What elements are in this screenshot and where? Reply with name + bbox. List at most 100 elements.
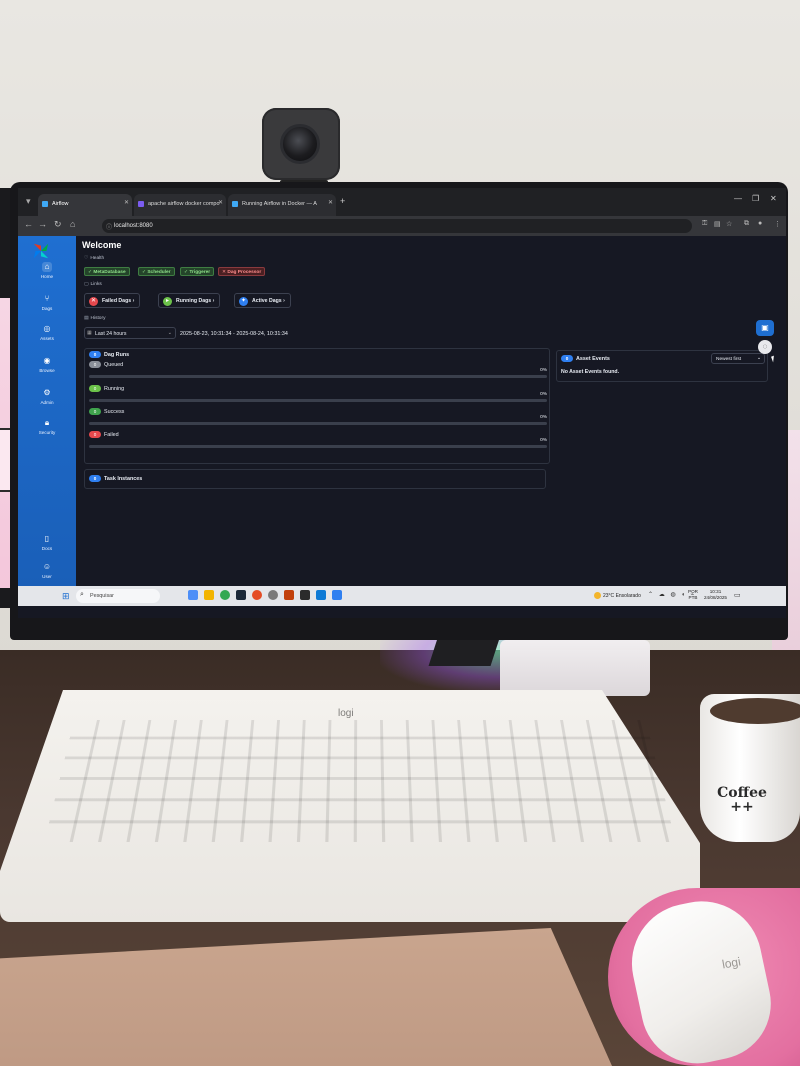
app-icon[interactable] xyxy=(284,590,294,600)
state-count: 0 xyxy=(89,431,101,438)
chrome-icon[interactable] xyxy=(220,590,230,600)
airflow-logo-icon[interactable] xyxy=(32,242,50,260)
sidebar-item-label: Admin xyxy=(40,400,54,405)
sidebar-item-browse[interactable]: ◉ Browse xyxy=(18,356,76,373)
restore-icon[interactable]: ❐ xyxy=(752,194,759,203)
tab-close-icon[interactable]: ✕ xyxy=(124,199,129,206)
sidebar-item-home[interactable]: ⌂ Home xyxy=(18,262,76,279)
history-heading: ▤ History xyxy=(84,316,105,321)
dag-runs-count: 0 xyxy=(89,351,101,358)
asset-sort-select[interactable]: Newest first ⌄ xyxy=(711,353,765,364)
health-badge-scheduler[interactable]: ✓ Scheduler xyxy=(138,267,175,276)
links-heading: ▢ Links xyxy=(84,282,102,287)
sidebar-item-admin[interactable]: ⚙ Admin xyxy=(18,388,76,405)
airflow-favicon-icon xyxy=(42,201,48,207)
time-range-text: 2025-08-23, 10:31:34 - 2025-08-24, 10:31… xyxy=(180,331,288,337)
steam-icon[interactable] xyxy=(236,590,246,600)
history-label: History xyxy=(90,316,106,321)
panel-title: Task Instances xyxy=(104,475,143,482)
extensions-icon[interactable]: ⧉ xyxy=(744,220,749,228)
task-instances-panel[interactable]: 0 Task Instances xyxy=(84,469,546,489)
active-dags-button[interactable]: ✦ Active Dags › xyxy=(234,293,291,308)
monitor-stand-base xyxy=(500,640,650,696)
screen: ▾ Airflow ✕ apache airflow docker compo … xyxy=(18,188,786,618)
state-percent: 0% xyxy=(540,368,547,373)
time-range-select[interactable]: ▦ Last 24 hours ⌄ xyxy=(84,327,176,339)
menu-icon[interactable]: ⋮ xyxy=(774,220,781,228)
site-info-icon[interactable]: ⓘ xyxy=(106,222,112,231)
minimize-icon[interactable]: — xyxy=(734,194,742,203)
sidebar-item-assets[interactable]: ◎ Assets xyxy=(18,324,76,341)
sidebar-item-label: Browse xyxy=(39,368,55,373)
active-icon: ✦ xyxy=(239,297,248,306)
floating-assistant-icon[interactable]: ◌ xyxy=(758,340,772,354)
taskbar-clock[interactable]: 10:31 24/08/2025 xyxy=(704,589,727,601)
select-value: Newest first xyxy=(716,357,742,362)
weather-widget[interactable]: 23°C Ensolarado xyxy=(594,592,641,599)
calendar-icon: ▦ xyxy=(87,330,92,336)
terminal-icon[interactable] xyxy=(300,590,310,600)
windows-start-icon[interactable]: ⊞ xyxy=(62,591,72,601)
file-explorer-icon[interactable] xyxy=(204,590,214,600)
vscode-icon[interactable] xyxy=(316,590,326,600)
health-heading: ♡ Health xyxy=(84,256,104,261)
sidebar-item-user[interactable]: ☺ User xyxy=(18,562,76,579)
running-dags-button[interactable]: ▸ Running Dags › xyxy=(158,293,221,308)
opera-icon[interactable] xyxy=(252,590,262,600)
state-row-running[interactable]: 0 Running 0% xyxy=(89,383,547,405)
home-browser-icon[interactable]: ⌂ xyxy=(70,219,75,229)
search-icon: ⌕ xyxy=(80,591,84,598)
state-row-failed[interactable]: 0 Failed 0% xyxy=(89,429,547,451)
sidebar-item-docs[interactable]: ▯ Docs xyxy=(18,534,76,551)
reload-icon[interactable]: ↻ xyxy=(54,219,62,230)
close-window-icon[interactable]: ✕ xyxy=(770,194,777,203)
tab-close-icon[interactable]: ✕ xyxy=(328,199,333,206)
badge-label: Scheduler xyxy=(147,270,171,275)
page-title: Welcome xyxy=(82,240,122,250)
state-name: Success xyxy=(104,408,125,415)
bookmark-star-icon[interactable]: ☆ xyxy=(726,220,732,228)
admin-gear-icon: ⚙ xyxy=(43,388,51,397)
key-icon[interactable]: ⚿ xyxy=(702,220,707,228)
taskbar-search[interactable]: ⌕ Pesquisar xyxy=(76,589,160,603)
tab-search-result[interactable]: apache airflow docker compo ✕ xyxy=(134,194,226,216)
state-name: Running xyxy=(104,385,125,392)
chevron-down-icon: ⌄ xyxy=(756,356,761,361)
back-icon[interactable]: ← xyxy=(24,219,33,229)
failed-icon: ✕ xyxy=(89,297,98,306)
badge-label: Triggerer xyxy=(189,270,211,275)
state-percent: 0% xyxy=(540,415,547,420)
badge-label: Dag Processor xyxy=(227,270,262,275)
notification-icon[interactable]: ▭ xyxy=(734,591,741,599)
docker-icon[interactable] xyxy=(332,590,342,600)
browse-icon: ◉ xyxy=(43,356,51,365)
task-instances-count: 0 xyxy=(89,475,101,482)
panel-title: Asset Events xyxy=(576,355,610,362)
mug-text-line-1: Coffee xyxy=(717,785,767,801)
task-view-icon[interactable] xyxy=(188,590,198,600)
dags-icon: ⑂ xyxy=(44,294,50,303)
health-badge-triggerer[interactable]: ✓ Triggerer xyxy=(180,267,215,276)
failed-dags-button[interactable]: ✕ Failed Dags › xyxy=(84,293,141,308)
tab-close-icon[interactable]: ✕ xyxy=(218,199,223,206)
heart-icon: ♡ xyxy=(84,256,89,261)
forward-icon[interactable]: → xyxy=(38,219,47,229)
state-progress-track xyxy=(89,375,547,378)
state-row-queued[interactable]: 0 Queued 0% xyxy=(89,359,547,381)
health-badge-dag-processor[interactable]: ✕ Dag Processor xyxy=(218,267,266,276)
language-indicator[interactable]: POR PTB xyxy=(688,589,698,601)
translate-icon[interactable]: ▤ xyxy=(714,220,721,228)
github-icon[interactable] xyxy=(268,590,278,600)
tab-airflow[interactable]: Airflow ✕ xyxy=(38,194,132,216)
floating-app-icon[interactable]: ▣ xyxy=(756,320,774,336)
home-icon: ⌂ xyxy=(42,262,52,272)
sidebar-item-security[interactable]: 🔒︎ Security xyxy=(18,418,76,435)
new-tab-button[interactable]: + xyxy=(340,196,345,206)
sidebar-item-dags[interactable]: ⑂ Dags xyxy=(18,294,76,311)
state-row-success[interactable]: 0 Success 0% xyxy=(89,406,547,428)
tab-docs[interactable]: Running Airflow in Docker — A ✕ xyxy=(228,194,336,216)
profile-icon[interactable]: ● xyxy=(758,220,762,227)
address-bar[interactable]: ⓘ localhost:8080 xyxy=(102,219,692,233)
health-badge-metadatabase[interactable]: ✓ MetaDatabase xyxy=(84,267,130,276)
windows-taskbar: ⊞ ⌕ Pesquisar 23°C Ensolarado ⌃ ☁ ◍ ◖ ⌁ … xyxy=(18,586,786,606)
